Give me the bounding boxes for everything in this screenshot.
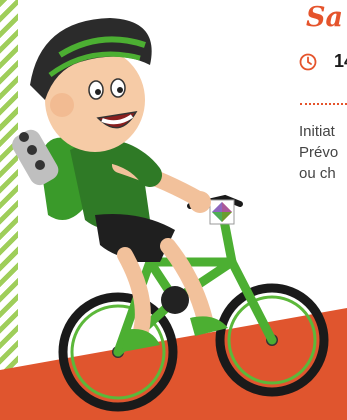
page-title: Sa	[306, 2, 343, 33]
dotted-divider	[300, 103, 347, 105]
description-line: Initiat	[299, 123, 335, 140]
description: Initiat Prévo ou ch	[299, 121, 347, 184]
description-line: ou ch	[299, 165, 336, 182]
hand	[189, 191, 211, 213]
child-cycling-illustration	[0, 18, 347, 420]
chainring	[161, 286, 189, 314]
clock-icon	[299, 53, 317, 71]
app-logo-icon	[209, 199, 235, 225]
description-line: Prévo	[299, 144, 339, 161]
shorts	[95, 214, 175, 262]
time-value: 14	[334, 51, 347, 71]
